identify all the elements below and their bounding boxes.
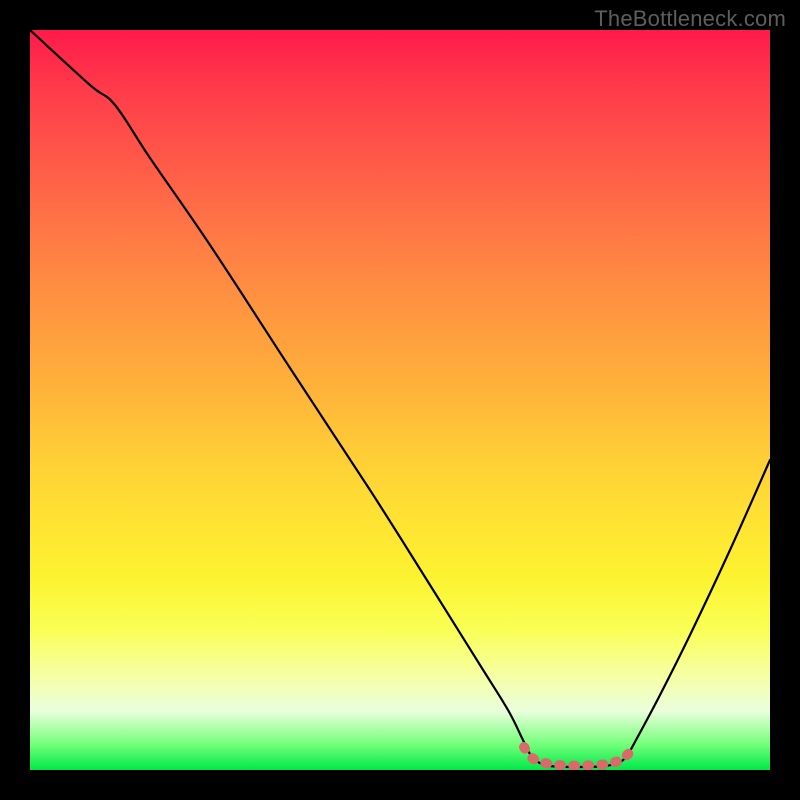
watermark-text: TheBottleneck.com: [594, 6, 786, 32]
marker-svg: [30, 30, 770, 770]
minimum-marker: [524, 746, 634, 766]
chart-container: TheBottleneck.com: [0, 0, 800, 800]
plot-area: [30, 30, 770, 770]
